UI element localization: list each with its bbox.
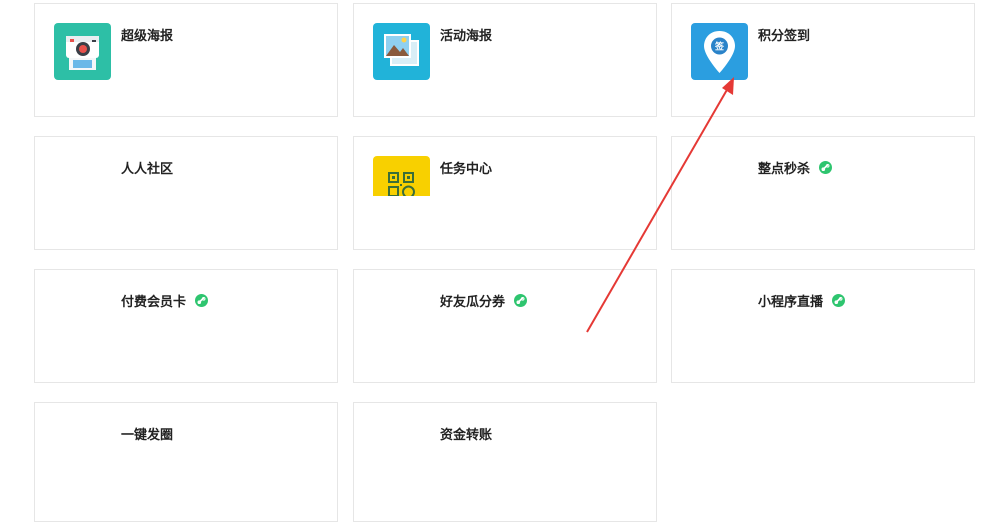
mini-program-badge-icon xyxy=(514,294,528,307)
task-center-qr-icon xyxy=(373,156,430,196)
mini-program-badge-icon xyxy=(832,294,846,307)
super-poster-icon xyxy=(54,23,111,80)
activity-poster-icon xyxy=(373,23,430,80)
card-fund-transfer[interactable]: 资金转账 xyxy=(353,402,657,522)
mini-program-badge-icon xyxy=(195,294,209,307)
card-super-poster[interactable]: 超级海报 xyxy=(34,3,338,117)
card-title: 小程序直播 xyxy=(758,291,846,310)
card-title: 积分签到 xyxy=(758,29,811,44)
card-title: 资金转账 xyxy=(440,428,493,443)
card-community[interactable]: 人人社区 xyxy=(34,136,338,250)
card-title: 人人社区 xyxy=(121,162,174,177)
card-title: 整点秒杀 xyxy=(758,158,833,177)
card-title: 好友瓜分券 xyxy=(440,291,528,310)
card-title: 任务中心 xyxy=(440,162,493,177)
card-title: 付费会员卡 xyxy=(121,291,209,310)
card-flash-sale[interactable]: 整点秒杀 xyxy=(671,136,975,250)
card-title: 超级海报 xyxy=(121,29,174,44)
card-task-center[interactable]: 任务中心 xyxy=(353,136,657,250)
card-paid-membership[interactable]: 付费会员卡 xyxy=(34,269,338,383)
mini-program-badge-icon xyxy=(819,161,833,174)
card-friend-coupon[interactable]: 好友瓜分券 xyxy=(353,269,657,383)
card-points-signin[interactable]: 签 积分签到 xyxy=(671,3,975,117)
card-activity-poster[interactable]: 活动海报 xyxy=(353,3,657,117)
card-one-click-moments[interactable]: 一键发圈 xyxy=(34,402,338,522)
card-title: 活动海报 xyxy=(440,29,493,44)
card-mini-program-live[interactable]: 小程序直播 xyxy=(671,269,975,383)
svg-text:签: 签 xyxy=(714,41,725,53)
points-signin-icon: 签 xyxy=(691,23,748,80)
card-title: 一键发圈 xyxy=(121,428,174,443)
